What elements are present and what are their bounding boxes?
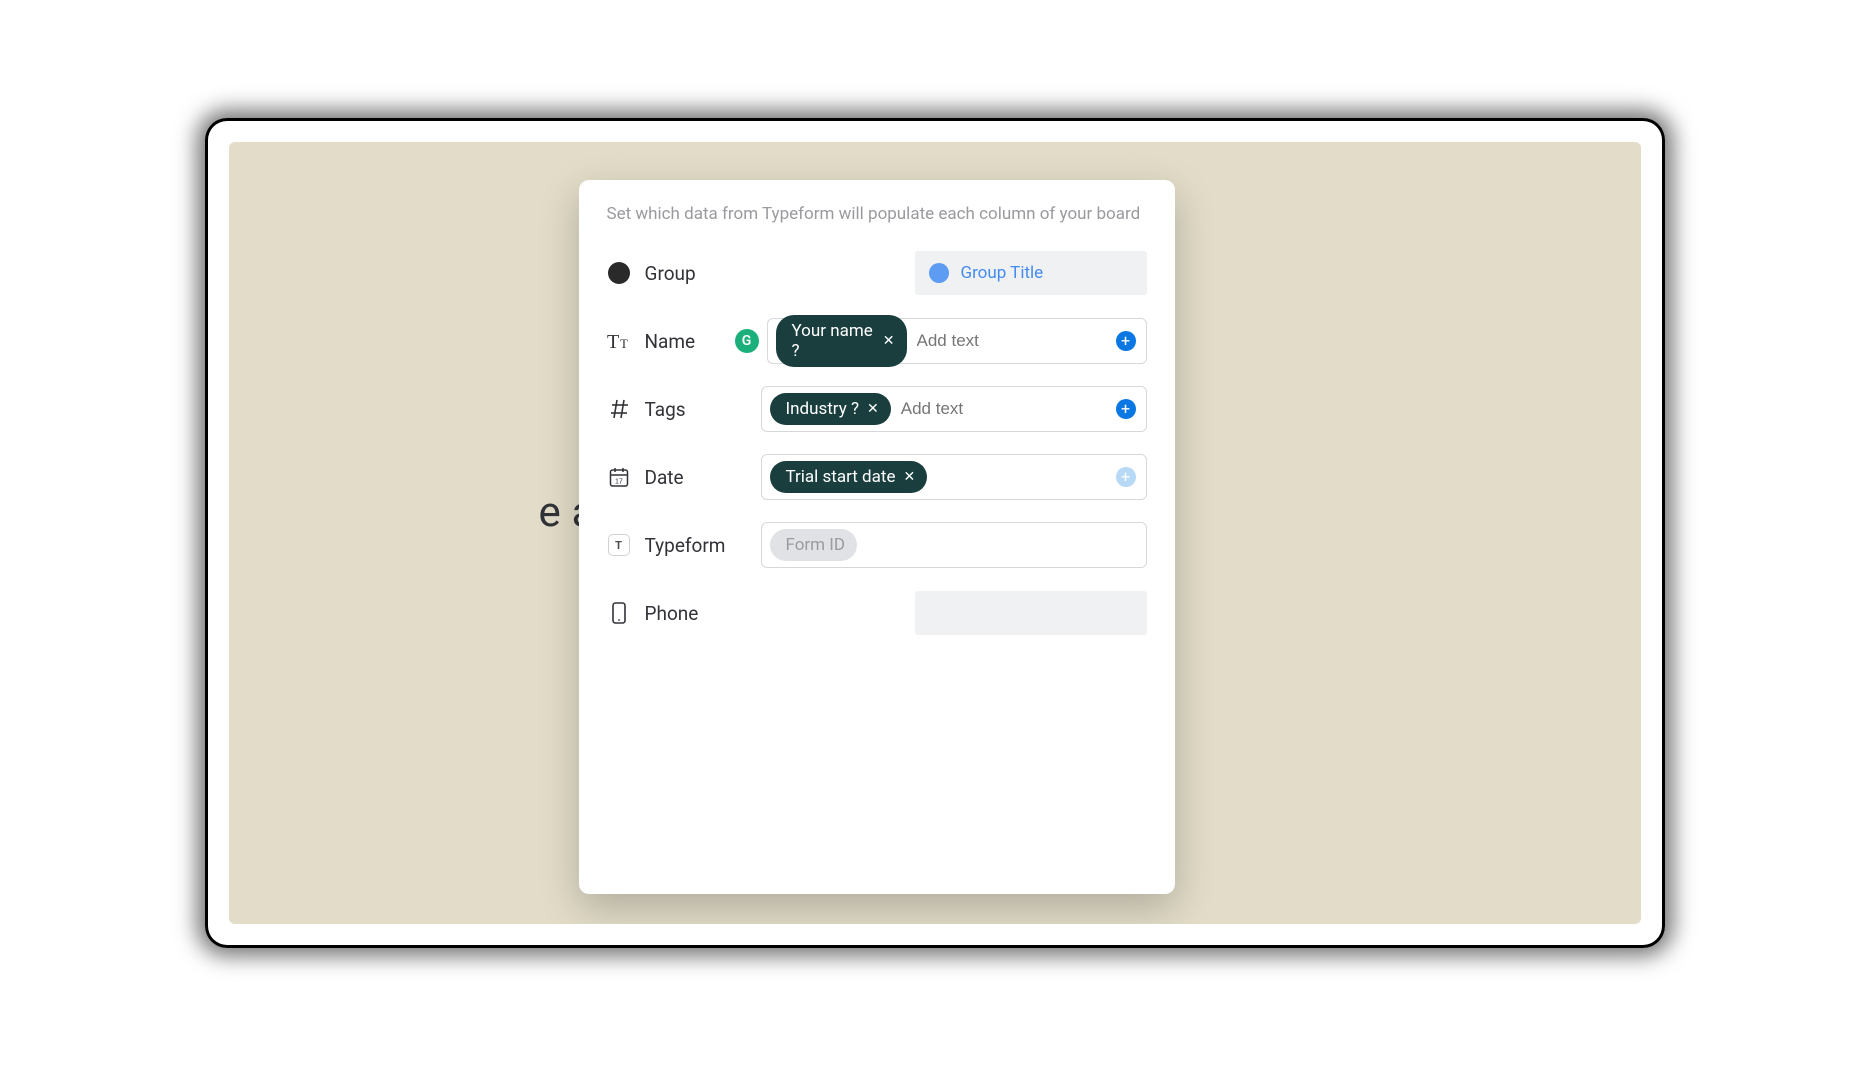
- svg-text:T: T: [607, 331, 619, 352]
- row-phone-label: Phone: [645, 602, 699, 625]
- row-date-label: Date: [645, 466, 684, 489]
- row-date-label-area: 17 Date: [607, 465, 761, 489]
- typeform-field[interactable]: Form ID: [761, 522, 1147, 568]
- hash-icon: [607, 397, 631, 421]
- chip-trial-start-date[interactable]: Trial start date ✕: [770, 461, 928, 493]
- chip-your-name-label: Your name ?: [792, 321, 875, 361]
- phone-empty-slot[interactable]: [915, 591, 1147, 635]
- row-tags: Tags Industry ? ✕ +: [607, 386, 1147, 432]
- chip-form-id-label: Form ID: [786, 535, 846, 555]
- text-icon: T T: [607, 329, 631, 353]
- page-background: e a pulse Set which data from Typeform w…: [229, 142, 1641, 924]
- row-date: 17 Date Trial start date ✕ +: [607, 454, 1147, 500]
- row-typeform-label: Typeform: [645, 534, 726, 557]
- tags-add-text-input[interactable]: [901, 399, 1138, 419]
- name-add-button[interactable]: +: [1116, 331, 1136, 351]
- name-add-text-input[interactable]: [917, 331, 1138, 351]
- calendar-icon: 17: [607, 465, 631, 489]
- grammarly-icon[interactable]: G: [735, 329, 759, 353]
- phone-icon: [607, 601, 631, 625]
- group-title-label: Group Title: [961, 263, 1044, 283]
- svg-text:17: 17: [615, 479, 623, 486]
- plus-icon: +: [1121, 333, 1130, 349]
- group-title-slot[interactable]: Group Title: [915, 251, 1147, 295]
- group-title-dot-icon: [929, 263, 949, 283]
- group-icon: [607, 261, 631, 285]
- date-add-button[interactable]: +: [1116, 467, 1136, 487]
- name-field[interactable]: Your name ? ✕ +: [767, 318, 1147, 364]
- svg-text:T: T: [620, 336, 628, 351]
- mapping-modal: Set which data from Typeform will popula…: [579, 180, 1175, 894]
- typeform-t-badge: T: [608, 534, 630, 556]
- row-name-label: Name: [645, 330, 696, 353]
- row-tags-label: Tags: [645, 398, 686, 421]
- tags-add-button[interactable]: +: [1116, 399, 1136, 419]
- row-phone-label-area: Phone: [607, 601, 761, 625]
- chip-your-name-remove-icon[interactable]: ✕: [883, 334, 895, 348]
- row-name: T T Name G Your name ? ✕ +: [607, 318, 1147, 364]
- plus-icon: +: [1121, 469, 1130, 485]
- row-group-label: Group: [645, 262, 696, 285]
- chip-industry-label: Industry ?: [786, 399, 860, 419]
- typeform-icon: T: [607, 533, 631, 557]
- row-typeform: T Typeform Form ID: [607, 522, 1147, 568]
- row-group-label-area: Group: [607, 261, 761, 285]
- chip-industry-remove-icon[interactable]: ✕: [867, 402, 879, 416]
- row-group: Group Group Title: [607, 250, 1147, 296]
- chip-industry[interactable]: Industry ? ✕: [770, 393, 891, 425]
- modal-description: Set which data from Typeform will popula…: [607, 204, 1147, 224]
- window-frame: e a pulse Set which data from Typeform w…: [205, 118, 1665, 948]
- row-typeform-label-area: T Typeform: [607, 533, 761, 557]
- chip-form-id[interactable]: Form ID: [770, 529, 858, 561]
- tags-field[interactable]: Industry ? ✕ +: [761, 386, 1147, 432]
- row-phone: Phone: [607, 590, 1147, 636]
- plus-icon: +: [1121, 401, 1130, 417]
- date-field[interactable]: Trial start date ✕ +: [761, 454, 1147, 500]
- chip-trial-start-label: Trial start date: [786, 467, 896, 487]
- row-tags-label-area: Tags: [607, 397, 761, 421]
- chip-trial-start-remove-icon[interactable]: ✕: [903, 470, 915, 484]
- chip-your-name[interactable]: Your name ? ✕: [776, 315, 907, 367]
